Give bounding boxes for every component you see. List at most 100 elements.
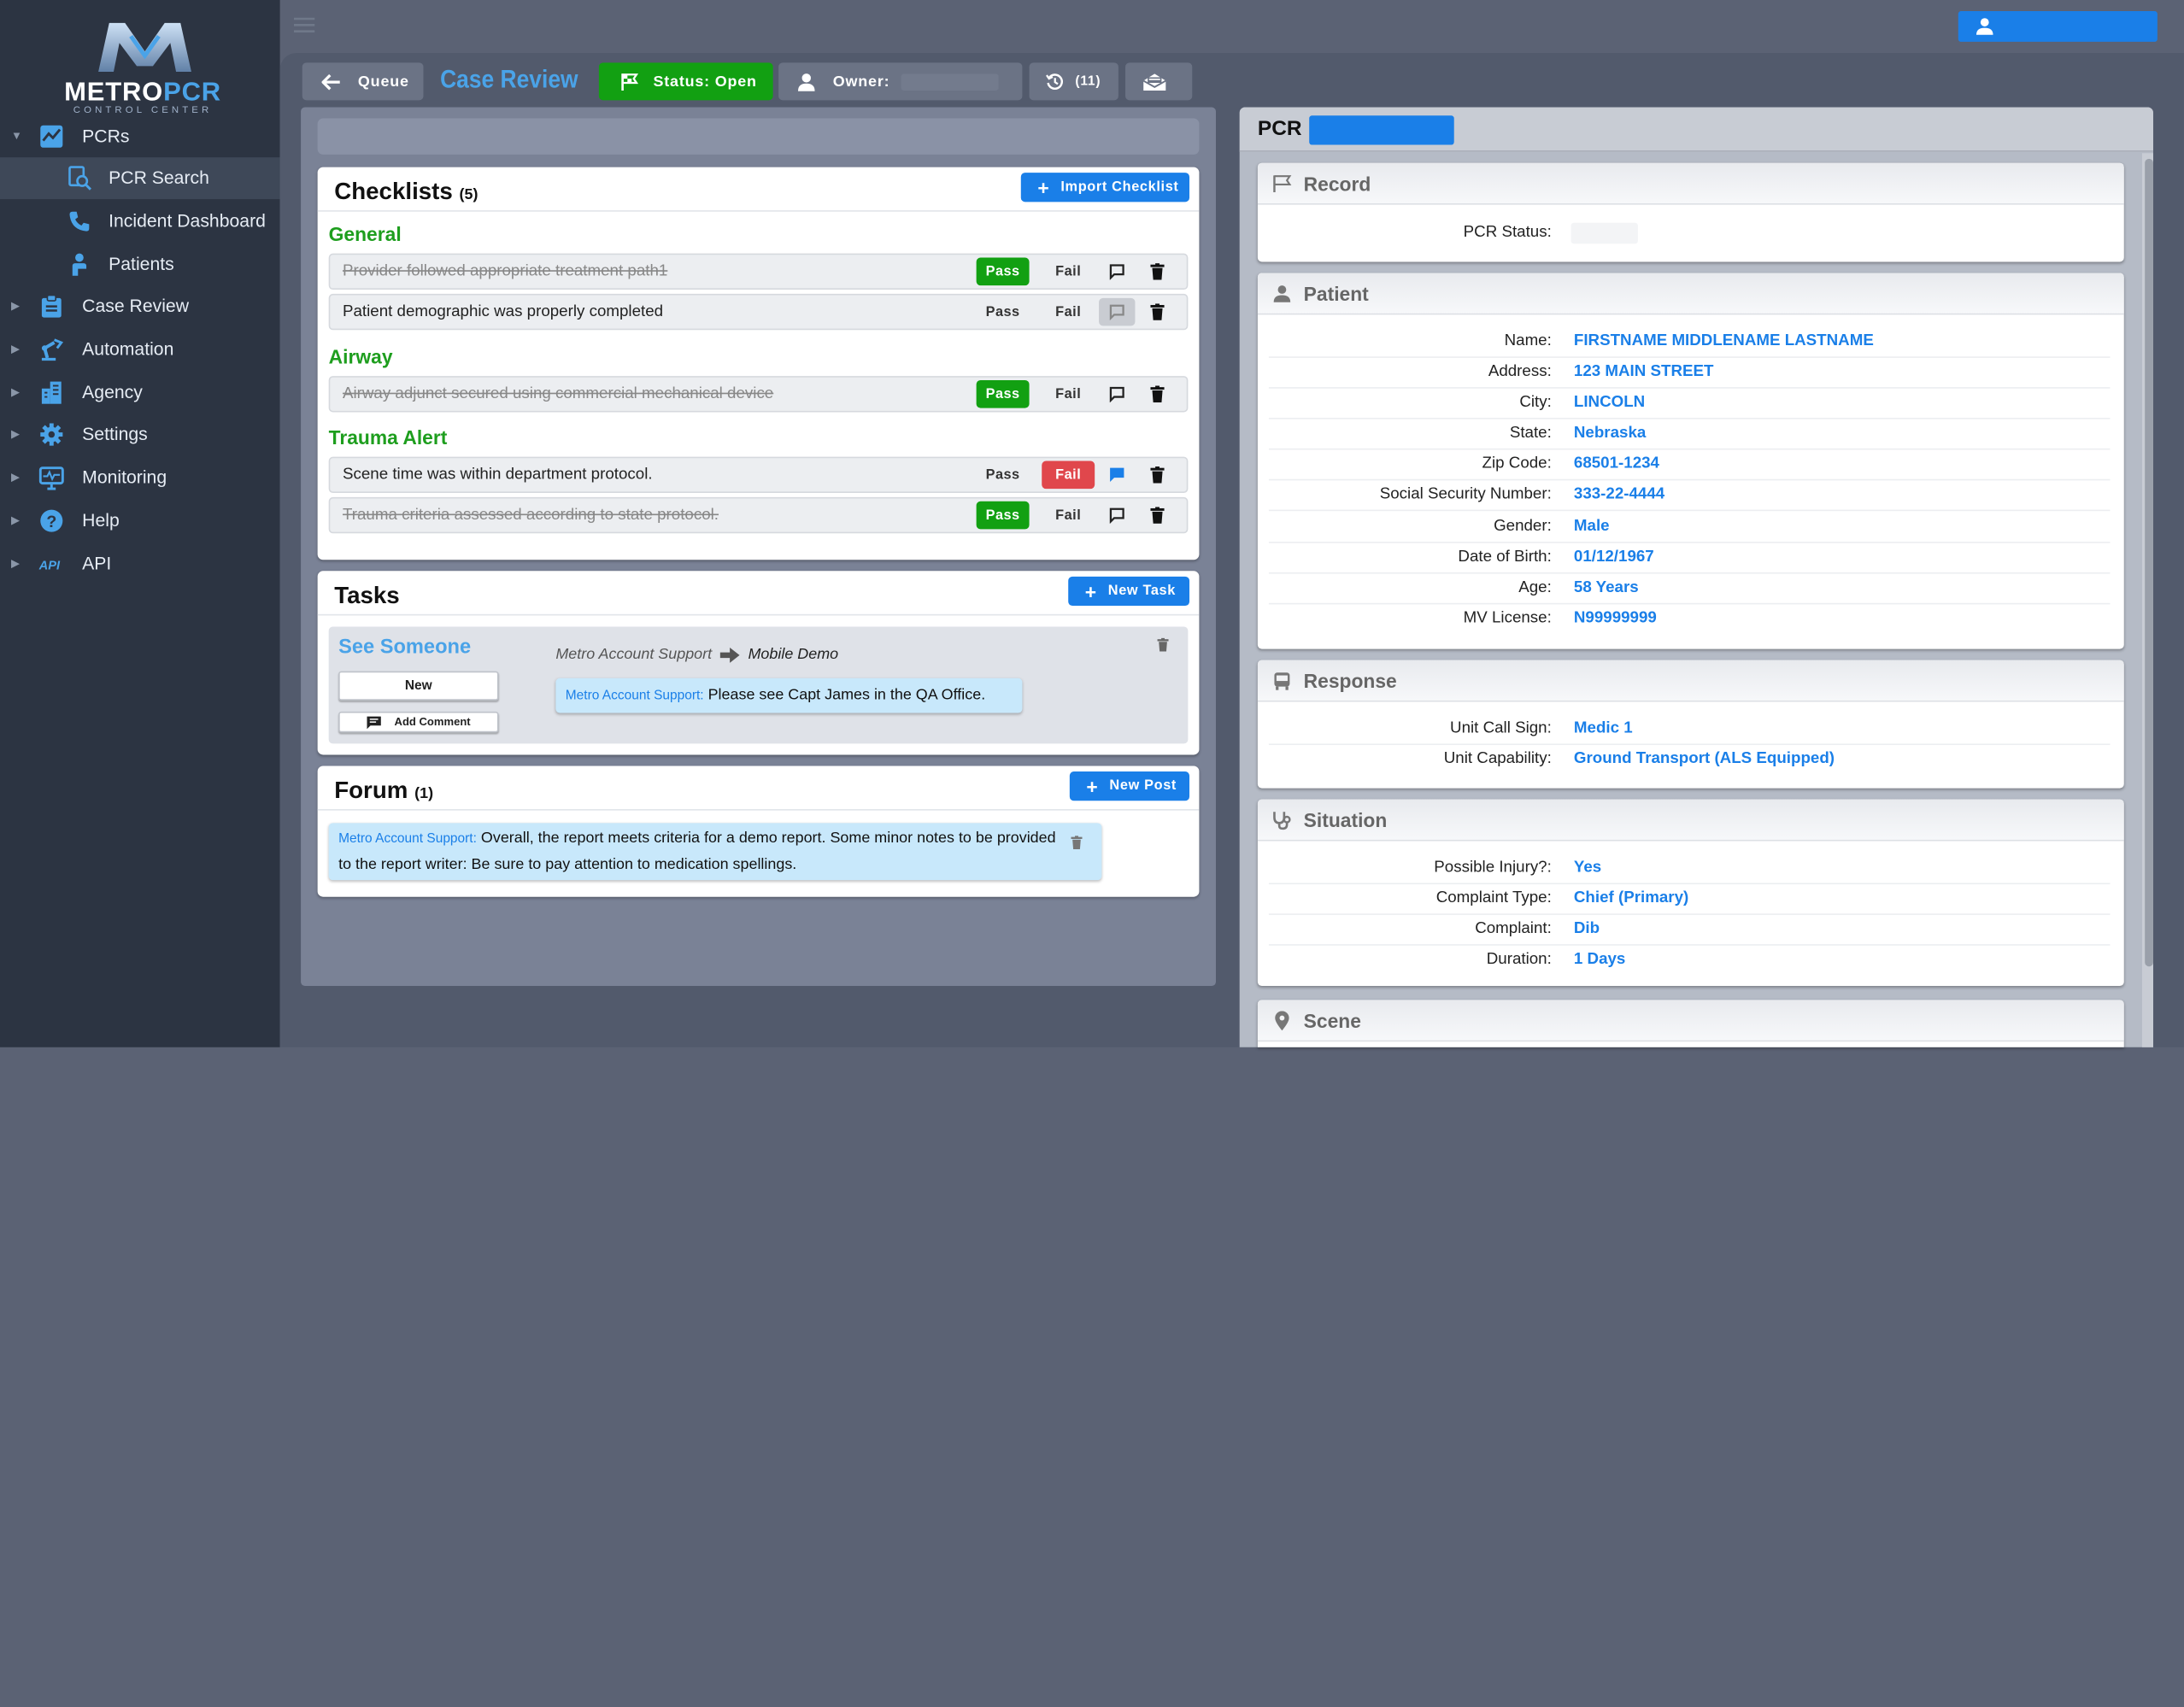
pass-button[interactable]: Pass <box>976 297 1030 326</box>
user-menu-button[interactable] <box>1958 11 2158 42</box>
svg-text:?: ? <box>46 513 56 531</box>
fail-button[interactable]: Fail <box>1042 297 1095 326</box>
sidebar-item-label: Automation <box>82 338 174 360</box>
new-post-button[interactable]: + New Post <box>1069 771 1190 801</box>
patient-icon <box>72 253 87 276</box>
field-value: 68501-1234 <box>1573 455 1659 472</box>
scrollbar-thumb[interactable] <box>2145 158 2153 967</box>
record-heading: Record <box>1303 173 1371 196</box>
field-value: Medic 1 <box>1573 719 1633 737</box>
import-checklist-label: Import Checklist <box>1060 179 1179 196</box>
field-row: Date of Birth: 01/12/1967 <box>1268 543 2111 574</box>
delete-button[interactable] <box>1139 502 1175 530</box>
arrow-right-icon <box>719 647 740 663</box>
plus-icon: + <box>1084 579 1097 602</box>
history-button[interactable]: (11) <box>1029 62 1118 101</box>
trash-icon <box>1150 385 1165 403</box>
bus-icon <box>1274 672 1290 690</box>
sidebar-item-label: Incident Dashboard <box>109 210 266 232</box>
sidebar-item-patients[interactable]: Patients <box>0 243 280 285</box>
field-value: Chief (Primary) <box>1573 889 1689 907</box>
comment-button[interactable] <box>1099 297 1136 326</box>
sidebar-item-label: Monitoring <box>82 466 167 488</box>
new-task-button[interactable]: + New Task <box>1068 576 1190 607</box>
pcr-number-badge[interactable] <box>1309 115 1454 145</box>
sidebar-item-label: API <box>82 553 112 574</box>
sidebar-item-label: Agency <box>82 381 143 403</box>
caret-right-icon: ▶ <box>11 342 21 355</box>
sidebar-item-incident-dashboard[interactable]: Incident Dashboard <box>0 201 280 243</box>
owner-button[interactable]: Owner: <box>778 62 1023 101</box>
task-status-button[interactable]: New <box>338 671 499 701</box>
field-row: Complaint Type: Chief (Primary) <box>1268 884 2111 915</box>
delete-button[interactable] <box>1139 298 1175 326</box>
pass-button[interactable]: Pass <box>976 501 1030 530</box>
sidebar-item-case-review[interactable]: ▶ Case Review <box>0 285 280 327</box>
fail-button[interactable]: Fail <box>1042 501 1095 530</box>
queue-label: Queue <box>357 73 409 91</box>
delete-post-button[interactable] <box>1071 836 1083 849</box>
sidebar-item-monitoring[interactable]: ▶ Monitoring <box>0 457 280 499</box>
sidebar-item-agency[interactable]: ▶ Agency <box>0 372 280 414</box>
pass-button[interactable]: Pass <box>976 257 1030 286</box>
sidebar-item-settings[interactable]: ▶ Settings <box>0 414 280 455</box>
pass-button[interactable]: Pass <box>976 379 1030 408</box>
comment-button[interactable] <box>1099 380 1135 408</box>
field-label: Complaint Type: <box>1435 889 1552 907</box>
import-checklist-button[interactable]: + Import Checklist <box>1020 173 1190 202</box>
clipboard-icon <box>41 294 62 318</box>
help-icon: ? <box>40 509 63 532</box>
sidebar-item-automation[interactable]: ▶ Automation <box>0 329 280 371</box>
task-title[interactable]: See Someone <box>338 636 471 659</box>
sidebar-item-help[interactable]: ▶ ? Help <box>0 500 280 542</box>
mail-button[interactable] <box>1125 62 1193 101</box>
queue-button[interactable]: Queue <box>302 62 424 101</box>
owner-value <box>901 73 999 91</box>
api-icon: API <box>39 560 61 573</box>
fail-button[interactable]: Fail <box>1042 257 1095 286</box>
sidebar-item-pcr-search[interactable]: PCR Search <box>0 157 280 200</box>
trash-icon <box>1157 637 1169 652</box>
add-comment-button[interactable]: Add Comment <box>338 711 499 733</box>
fail-button[interactable]: Fail <box>1042 460 1095 490</box>
field-row: State: Nebraska <box>1268 419 2111 450</box>
delete-button[interactable] <box>1139 258 1175 286</box>
patient-section: Patient Name: FIRSTNAME MIDDLENAME LASTNA… <box>1257 273 2124 649</box>
situation-heading: Situation <box>1303 809 1388 832</box>
filter-bar[interactable] <box>317 118 1200 155</box>
person-icon <box>1273 285 1291 302</box>
checklist-item-text: Scene time was within department protoco… <box>342 466 653 484</box>
caret-right-icon: ▶ <box>11 299 21 313</box>
comment-button[interactable] <box>1099 461 1135 490</box>
field-label: Complaint: <box>1475 920 1552 937</box>
field-row: Unit Capability: Ground Transport (ALS Eq… <box>1269 745 2111 776</box>
sidebar-item-api[interactable]: ▶ API API <box>0 543 280 585</box>
pass-button[interactable]: Pass <box>976 460 1030 490</box>
forum-count: (1) <box>414 785 434 802</box>
delete-button[interactable] <box>1139 461 1175 490</box>
status-button[interactable]: Status: Open <box>598 62 773 101</box>
gear-icon <box>40 423 63 446</box>
brand-name: METROPCR <box>64 78 221 108</box>
delete-task-button[interactable] <box>1157 637 1169 652</box>
metropcr-logo[interactable]: METROPCR CONTROL CENTER <box>56 11 230 115</box>
history-icon <box>1046 73 1063 90</box>
menu-icon[interactable] <box>293 17 315 34</box>
field-value: LINCOLN <box>1573 394 1646 411</box>
field-value: Nebraska <box>1573 425 1647 442</box>
arrow-left-icon <box>321 73 340 90</box>
fail-button[interactable]: Fail <box>1042 379 1095 408</box>
field-row: City: LINCOLN <box>1268 389 2111 419</box>
sidebar-item-pcrs[interactable]: ▼ PCRs <box>0 115 280 157</box>
trash-icon <box>1150 303 1165 320</box>
comment-button[interactable] <box>1099 258 1135 286</box>
comment-button[interactable] <box>1099 502 1135 530</box>
sidebar-item-label: Case Review <box>82 295 190 317</box>
field-row: Duration: 1 Days <box>1269 946 2111 977</box>
field-value: Male <box>1573 518 1610 535</box>
field-label: City: <box>1519 394 1552 411</box>
chart-icon <box>40 125 63 148</box>
situation-section: Situation Possible Injury?: Yes Complaint… <box>1257 799 2124 987</box>
delete-button[interactable] <box>1139 380 1175 408</box>
checklist-item: Scene time was within department protoco… <box>328 456 1189 494</box>
